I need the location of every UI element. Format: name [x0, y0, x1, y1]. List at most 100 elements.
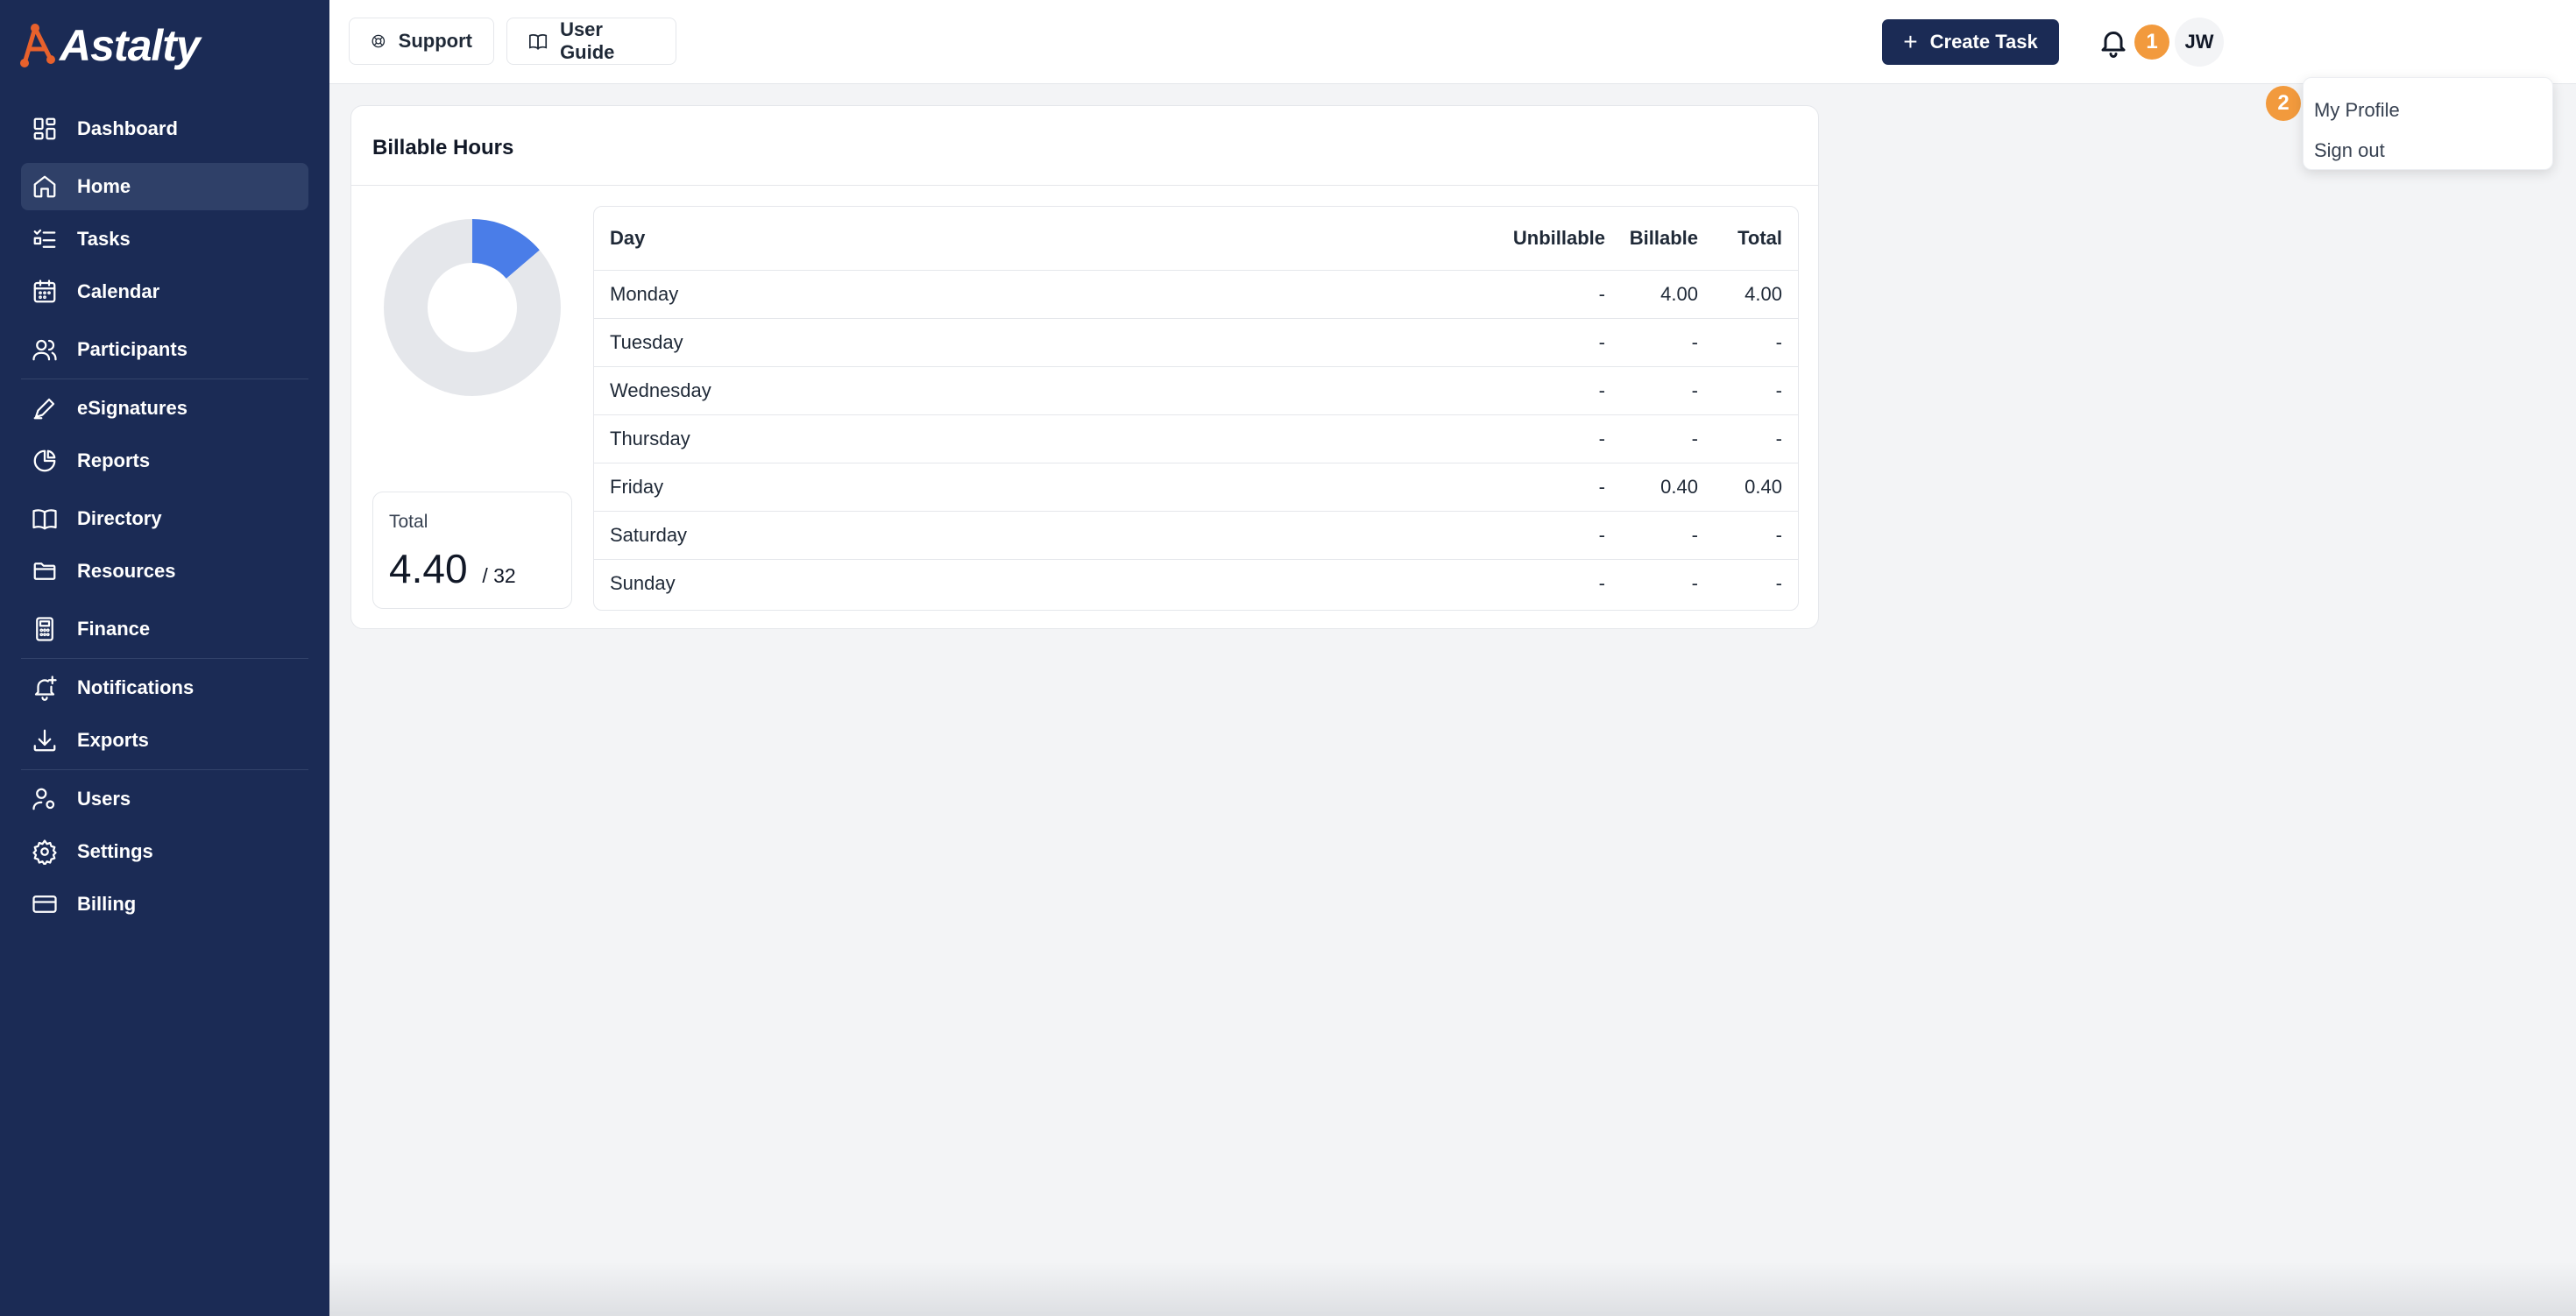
sidebar-item-label: Users	[77, 788, 131, 810]
tasks-icon	[32, 226, 58, 252]
sidebar-item-esignatures[interactable]: eSignatures	[21, 385, 308, 432]
user-gear-icon	[32, 786, 58, 812]
total-value: 4.40 / 32	[389, 545, 516, 592]
card-divider	[351, 185, 1818, 186]
home-icon	[32, 173, 58, 200]
cell-unbillable: -	[1498, 269, 1621, 318]
sidebar-item-participants[interactable]: Participants	[21, 326, 308, 373]
column-header-total[interactable]: Total	[1714, 207, 1798, 270]
cell-total: -	[1714, 317, 1798, 366]
column-header-unbillable[interactable]: Unbillable	[1498, 207, 1621, 270]
total-hours: 4.40	[389, 546, 468, 591]
column-header-day[interactable]: Day	[594, 207, 1498, 270]
user-menu-dropdown: My Profile Sign out	[2303, 77, 2553, 170]
book-open-icon	[529, 34, 548, 50]
table-row: Friday -0.40 0.40	[594, 462, 1798, 511]
sidebar-item-label: eSignatures	[77, 397, 188, 419]
bottom-shade	[329, 1262, 2576, 1316]
cell-day: Tuesday	[594, 317, 1498, 366]
sidebar-item-label: Tasks	[77, 228, 131, 250]
my-profile-menu-item[interactable]: My Profile	[2304, 90, 2552, 131]
sidebar-item-users[interactable]: Users	[21, 775, 308, 823]
cell-total: 0.40	[1714, 462, 1798, 511]
cell-billable: -	[1621, 317, 1714, 366]
cell-unbillable: -	[1498, 462, 1621, 511]
cell-billable: -	[1621, 414, 1714, 463]
column-header-billable[interactable]: Billable	[1621, 207, 1714, 270]
cell-unbillable: -	[1498, 317, 1621, 366]
sidebar-item-resources[interactable]: Resources	[21, 548, 308, 595]
sidebar-item-settings[interactable]: Settings	[21, 828, 308, 875]
cell-total: -	[1714, 365, 1798, 414]
sidebar: Astalty Dashboard Home Tasks Calendar Pa…	[0, 0, 329, 1316]
sidebar-item-dashboard[interactable]: Dashboard	[21, 105, 308, 152]
sidebar-item-calendar[interactable]: Calendar	[21, 268, 308, 315]
logo-text: Astalty	[60, 21, 201, 70]
gear-icon	[32, 838, 58, 867]
billable-hours-table: Day Unbillable Billable Total Monday -4.0…	[593, 206, 1799, 611]
sidebar-item-label: Exports	[77, 729, 149, 751]
total-capacity: / 32	[482, 564, 516, 587]
table-row: Wednesday - - -	[594, 365, 1798, 414]
sidebar-nav: Dashboard Home Tasks Calendar Participan…	[21, 105, 308, 933]
folder-icon	[32, 558, 58, 584]
donut-fill	[471, 219, 540, 279]
step-badge-2: 2	[2266, 86, 2301, 121]
dashboard-icon	[32, 116, 58, 142]
download-icon	[32, 727, 58, 754]
sidebar-item-label: Calendar	[77, 280, 160, 302]
sign-out-menu-item[interactable]: Sign out	[2304, 131, 2552, 171]
table-row: Saturday - - -	[594, 510, 1798, 559]
cell-total: -	[1714, 558, 1798, 607]
top-bar: Support User Guide	[329, 0, 2576, 84]
sidebar-item-label: Finance	[77, 618, 151, 640]
cell-billable: 4.00	[1621, 269, 1714, 318]
sidebar-item-label: Directory	[77, 507, 162, 529]
cell-unbillable: -	[1498, 414, 1621, 463]
sidebar-item-home[interactable]: Home	[21, 163, 308, 210]
cell-unbillable: -	[1498, 510, 1621, 559]
sidebar-divider	[21, 658, 308, 659]
cell-unbillable: -	[1498, 558, 1621, 607]
cell-billable: -	[1621, 510, 1714, 559]
credit-card-icon	[32, 891, 58, 917]
cell-total: 4.00	[1714, 269, 1798, 318]
sidebar-item-tasks[interactable]: Tasks	[21, 216, 308, 263]
pie-chart-icon	[32, 448, 58, 474]
sidebar-item-notifications[interactable]: Notifications	[21, 664, 308, 711]
user-guide-label: User Guide	[560, 18, 615, 63]
sidebar-item-directory[interactable]: Directory	[21, 495, 308, 542]
table-row: Sunday - - -	[594, 558, 1798, 607]
sidebar-item-label: Billing	[77, 893, 137, 915]
cell-day: Monday	[594, 269, 1498, 318]
cell-total: -	[1714, 510, 1798, 559]
notifications-bell-icon[interactable]	[2098, 25, 2129, 60]
sidebar-item-finance[interactable]: Finance	[21, 605, 308, 653]
total-label: Total	[389, 512, 428, 532]
user-guide-button[interactable]: User Guide	[506, 18, 676, 65]
users-icon	[32, 336, 58, 363]
cell-day: Thursday	[594, 414, 1498, 463]
cell-day: Wednesday	[594, 365, 1498, 414]
cell-total: -	[1714, 414, 1798, 463]
avatar[interactable]: JW	[2175, 18, 2224, 67]
pen-icon	[32, 395, 58, 421]
billable-hours-card: Billable Hours Total 4.40 / 32 Day Unbil…	[350, 105, 1819, 629]
sidebar-item-reports[interactable]: Reports	[21, 437, 308, 485]
support-button[interactable]: Support	[349, 18, 494, 65]
cell-billable: -	[1621, 365, 1714, 414]
table-row: Monday -4.00 4.00	[594, 269, 1798, 318]
cell-billable: -	[1621, 558, 1714, 607]
sidebar-item-exports[interactable]: Exports	[21, 717, 308, 764]
sidebar-item-label: Resources	[77, 560, 176, 582]
create-task-button[interactable]: + Create Task	[1882, 19, 2059, 65]
card-title: Billable Hours	[372, 136, 514, 159]
sidebar-divider	[21, 769, 308, 770]
support-label: Support	[398, 30, 472, 52]
calendar-icon	[32, 279, 58, 305]
sidebar-item-billing[interactable]: Billing	[21, 881, 308, 928]
sidebar-item-label: Notifications	[77, 676, 195, 698]
logo[interactable]: Astalty	[19, 19, 201, 72]
cell-unbillable: -	[1498, 365, 1621, 414]
sidebar-item-label: Home	[77, 175, 131, 197]
